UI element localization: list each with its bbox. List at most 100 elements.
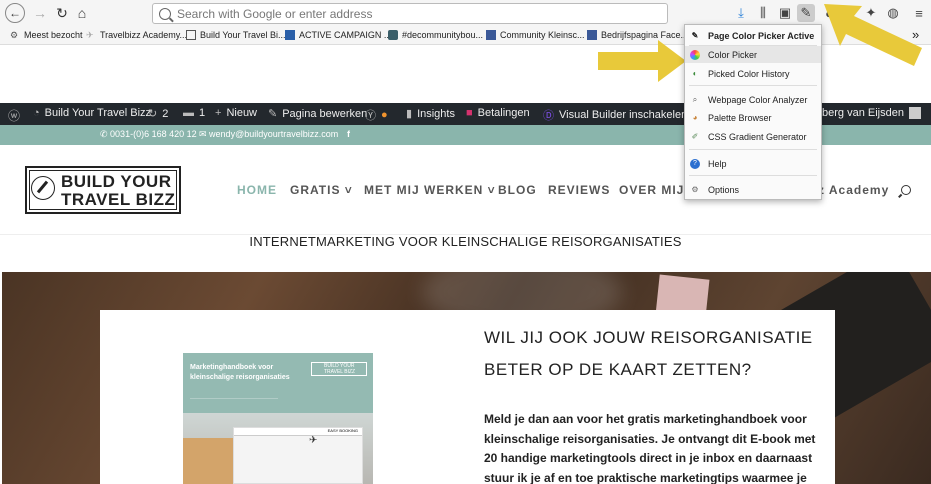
gradient-brush-icon: ✐ xyxy=(691,131,699,141)
ebook-logo: BUILD YOUR TRAVEL BIZZ xyxy=(311,362,367,376)
menu-separator xyxy=(689,149,817,150)
wordpress-logo[interactable]: ⓦ xyxy=(8,107,25,124)
status-dot-icon: ● xyxy=(381,109,388,121)
site-tagline: INTERNETMARKETING VOOR KLEINSCHALIGE REI… xyxy=(249,234,682,249)
bookmark-item[interactable]: Bedrijfspagina Face... xyxy=(587,30,688,40)
adminbar-yoast[interactable]: Ⓨ ● xyxy=(365,107,393,123)
dashboard-icon: ◔ xyxy=(33,107,40,119)
comment-icon: ▬ xyxy=(183,107,194,119)
avatar xyxy=(908,107,921,119)
contact-email[interactable]: ✉ wendy@buildyourtravelbizz.com xyxy=(199,129,338,140)
ebook-screen: EASY BOOKING xyxy=(233,427,363,484)
logo-icon xyxy=(186,30,196,40)
hero-heading: WIL JIJ OOK JOUW REISORGANISATIE BETER O… xyxy=(484,328,813,379)
adminbar-comments[interactable]: ▬ 1 xyxy=(183,107,205,119)
back-button[interactable]: ← xyxy=(5,3,25,23)
mail-icon: ✉ xyxy=(199,129,210,139)
bookmark-item[interactable]: Build Your Travel Bi... xyxy=(186,30,286,40)
activecampaign-icon xyxy=(285,30,295,40)
pencil-icon: ✎ xyxy=(268,108,278,120)
plus-icon: + xyxy=(215,107,222,119)
menu-item-picked-color-history[interactable]: ◐ Picked Color History xyxy=(685,65,821,82)
adminbar-site-name[interactable]: ◔ Build Your Travel Bizz xyxy=(33,107,151,119)
adminbar-payments[interactable]: ■ Betalingen xyxy=(466,107,530,119)
reload-icon: ↻ xyxy=(56,4,68,21)
bookmark-item[interactable]: ACTIVE CAMPAIGN ... xyxy=(285,30,391,40)
nav-item-blog[interactable]: BLOG xyxy=(498,183,537,197)
ebook-cover: Marketinghandboek voor kleinschalige rei… xyxy=(183,353,373,484)
ebook-title: Marketinghandboek voor kleinschalige rei… xyxy=(190,364,290,381)
hero-body: Meld je dan aan voor het gratis marketin… xyxy=(484,412,816,484)
phone-icon: ✆ xyxy=(100,129,111,139)
yellow-arrow-up-left xyxy=(824,4,922,66)
menu-item-color-picker[interactable]: Color Picker xyxy=(685,46,821,63)
site-logo[interactable]: BUILD YOUR TRAVEL BIZZ xyxy=(25,166,181,214)
arrow-left-icon: ← xyxy=(9,6,21,20)
reload-button[interactable]: ↻ xyxy=(52,3,72,23)
divi-icon: Ⓓ xyxy=(543,110,554,122)
menu-item-options[interactable]: ⚙ Options xyxy=(685,181,821,198)
facebook-icon xyxy=(587,30,597,40)
browser-toolbar: ← → ↻ ⌂ Search with Google or enter addr… xyxy=(0,0,931,27)
updates-icon: ↻ xyxy=(148,108,158,120)
url-placeholder: Search with Google or enter address xyxy=(177,6,373,21)
adminbar-new[interactable]: + Nieuw xyxy=(215,107,257,119)
nav-item-gratis[interactable]: GRATIS ˅ xyxy=(290,183,353,197)
nav-item-academy[interactable]: z Academy xyxy=(818,183,889,197)
bar-chart-icon: ▮ xyxy=(406,108,413,120)
contact-phone[interactable]: ✆ 0031-(0)6 168 420 12 xyxy=(100,129,197,140)
menu-item-webpage-color-analyzer[interactable]: ⌕ Webpage Color Analyzer xyxy=(685,91,821,108)
search-icon[interactable] xyxy=(901,185,911,195)
history-icon: ◐ xyxy=(692,68,698,78)
payments-icon: ■ xyxy=(466,107,473,119)
adminbar-updates[interactable]: ↻ 2 xyxy=(148,107,168,121)
menu-item-help[interactable]: ? Help xyxy=(685,155,821,172)
url-bar[interactable]: Search with Google or enter address xyxy=(152,3,668,24)
bookmark-item[interactable]: #decommunitybou... xyxy=(388,30,483,40)
menu-item-page-color-picker-active[interactable]: ✎ Page Color Picker Active xyxy=(685,27,821,44)
ebook-cover-image: EASY BOOKING xyxy=(183,413,373,484)
adminbar-insights[interactable]: ▮ Insights xyxy=(406,107,455,121)
bookmark-item[interactable]: ✈ Travelbizz Academy... xyxy=(86,30,187,40)
menu-item-css-gradient-generator[interactable]: ✐ CSS Gradient Generator xyxy=(685,128,821,145)
color-wheel-icon xyxy=(690,49,700,60)
nav-item-over-mij[interactable]: OVER MIJ xyxy=(619,183,684,197)
chevron-down-icon: ˅ xyxy=(340,183,353,197)
magnifier-icon: ⌕ xyxy=(692,94,698,104)
logo-line1: BUILD YOUR xyxy=(61,172,172,191)
ebook-subtitle-lines: —————————————————————— xyxy=(190,395,278,400)
yellow-arrow-right xyxy=(598,40,686,82)
gear-icon: ⚙ xyxy=(691,184,699,194)
wordpress-icon: ⓦ xyxy=(8,109,21,123)
menu-separator xyxy=(689,85,817,86)
library-icon[interactable]: ⫼ xyxy=(754,4,772,22)
ebook-cover-header: Marketinghandboek voor kleinschalige rei… xyxy=(183,353,373,413)
color-picker-menu: ✎ Page Color Picker Active Color Picker ◐… xyxy=(684,24,822,200)
eyedropper-icon: ✎ xyxy=(691,30,699,40)
logo-line2: TRAVEL BIZZ xyxy=(61,190,176,209)
adminbar-edit-page[interactable]: ✎ Pagina bewerken xyxy=(268,107,367,121)
nav-item-home[interactable]: HOME xyxy=(237,183,277,197)
plane-icon: ✈ xyxy=(86,30,94,40)
download-icon[interactable]: ⤓ xyxy=(732,4,750,22)
arrow-right-icon: → xyxy=(33,5,47,21)
help-icon: ? xyxy=(690,158,700,169)
forward-button[interactable]: → xyxy=(30,3,50,23)
facebook-link[interactable]: f xyxy=(347,129,350,139)
nav-item-met-mij-werken[interactable]: MET MIJ WERKEN ˅ xyxy=(364,183,496,197)
home-button[interactable]: ⌂ xyxy=(72,3,92,23)
home-icon: ⌂ xyxy=(77,5,87,21)
yoast-icon: Ⓨ xyxy=(365,110,376,122)
adminbar-user[interactable]: berg van Eijsden xyxy=(822,107,921,119)
bookmark-item[interactable]: Community Kleinsc... xyxy=(486,30,585,40)
bookmark-item[interactable]: ⚙ Meest bezocht xyxy=(10,30,83,40)
facebook-icon xyxy=(486,30,496,40)
ebook-screen-label: EASY BOOKING xyxy=(234,428,362,436)
color-picker-eyedropper-icon[interactable]: ✎ xyxy=(797,4,815,22)
sidebar-icon[interactable]: ▣ xyxy=(776,4,794,22)
menu-item-palette-browser[interactable]: ◕ Palette Browser xyxy=(685,109,821,126)
adminbar-visual-builder[interactable]: Ⓓ Visual Builder inschakelen xyxy=(543,107,687,123)
palette-icon: ◕ xyxy=(692,112,698,122)
gear-icon: ⚙ xyxy=(10,30,19,40)
nav-item-reviews[interactable]: REVIEWS xyxy=(548,183,610,197)
